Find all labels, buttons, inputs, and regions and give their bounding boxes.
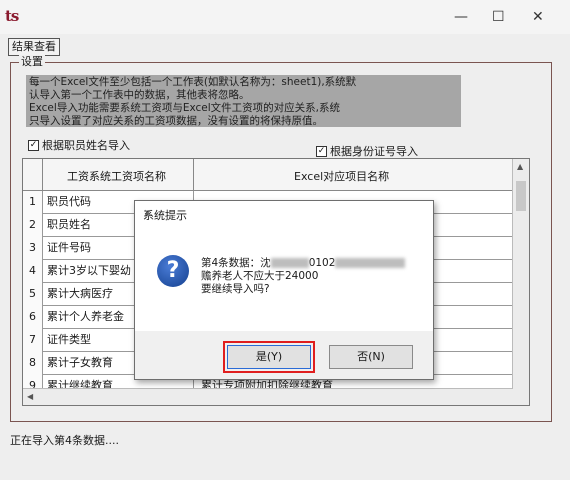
salary-item-cell[interactable]: 累计3岁以下婴幼 [47, 260, 131, 282]
title-bar: ts — ☐ ✕ [0, 0, 570, 34]
settings-group-title: 设置 [19, 55, 45, 69]
import-by-id-label: 根据身份证号导入 [330, 145, 418, 158]
row-number: 3 [23, 237, 43, 260]
salary-item-cell[interactable]: 证件号码 [47, 237, 91, 259]
import-by-id-checkbox[interactable]: ✓ 根据身份证号导入 [316, 143, 418, 159]
info-line: 认导入第一个工作表中的数据，其他表将忽略。 [29, 89, 250, 101]
import-info-text: 每一个Excel文件至少包括一个工作表(如默认名称为：sheet1),系统默 认… [26, 75, 461, 127]
salary-item-cell[interactable]: 证件类型 [47, 329, 91, 351]
salary-item-cell[interactable]: 累计大病医疗 [47, 283, 113, 305]
tab-bar: 结果查看 [8, 38, 560, 56]
dialog-message: 第4条数据：沈 0102 赡养老人不应大于24000 要继续导入吗? [201, 257, 406, 296]
tab-results[interactable]: 结果查看 [8, 38, 60, 56]
column-header-salary-item[interactable]: 工资系统工资项名称 [43, 159, 194, 191]
salary-item-cell[interactable]: 累计子女教育 [47, 352, 113, 374]
info-line: 每一个Excel文件至少包括一个工作表(如默认名称为：sheet1),系统默 [29, 76, 357, 88]
row-number: 8 [23, 352, 43, 375]
yes-button[interactable]: 是(Y) [227, 345, 311, 369]
row-number: 5 [23, 283, 43, 306]
salary-item-cell[interactable]: 职员姓名 [47, 214, 91, 236]
system-prompt-dialog: 系统提示 ✕ ? 第4条数据：沈 0102 赡养老人不应大于24000 要继续导入… [134, 200, 434, 380]
dialog-title-bar: 系统提示 ✕ [135, 201, 433, 227]
row-number: 7 [23, 329, 43, 352]
main-window: ts — ☐ ✕ 结果查看 设置 每一个Excel文件至少包括一个工作表(如默认… [0, 0, 570, 480]
row-number: 4 [23, 260, 43, 283]
redacted-text [335, 258, 406, 268]
message-line: 要继续导入吗? [201, 283, 270, 295]
message-record-prefix: 第4条数据：沈 [201, 257, 271, 269]
checkbox-checked-icon[interactable]: ✓ [28, 139, 39, 151]
message-line: 赡养老人不应大于24000 [201, 270, 319, 282]
salary-item-cell[interactable]: 累计个人养老金 [47, 306, 124, 328]
horizontal-scrollbar[interactable]: ◀ [23, 388, 513, 405]
import-by-name-checkbox[interactable]: ✓ 根据职员姓名导入 [28, 137, 130, 153]
app-logo: ts [5, 7, 19, 25]
info-line: 只导入设置了对应关系的工资项数据，没有设置的将保持原值。 [29, 115, 323, 127]
scroll-left-icon[interactable]: ◀ [27, 392, 33, 401]
row-number: 2 [23, 214, 43, 237]
status-text: 正在导入第4条数据.... [10, 434, 119, 447]
grid-corner-cell [23, 159, 43, 191]
info-line: Excel导入功能需要系统工资项与Excel文件工资项的对应关系,系统 [29, 102, 340, 114]
dialog-close-icon[interactable]: ✕ [143, 207, 423, 220]
minimize-icon[interactable]: — [454, 9, 468, 25]
question-icon: ? [157, 255, 189, 287]
scroll-thumb[interactable] [516, 181, 526, 211]
no-button[interactable]: 否(N) [329, 345, 413, 369]
message-id-fragment: 0102 [308, 257, 336, 269]
column-header-excel-item[interactable]: Excel对应项目名称 [194, 159, 513, 191]
scroll-up-icon[interactable]: ▲ [517, 162, 523, 171]
salary-item-cell[interactable]: 职员代码 [47, 191, 91, 213]
checkbox-checked-icon[interactable]: ✓ [316, 145, 327, 157]
row-number: 1 [23, 191, 43, 214]
import-by-name-label: 根据职员姓名导入 [42, 139, 130, 152]
close-icon[interactable]: ✕ [532, 9, 544, 25]
vertical-scrollbar[interactable]: ▲ [512, 159, 529, 405]
dialog-body: ? 第4条数据：沈 0102 赡养老人不应大于24000 要继续导入吗? [135, 227, 433, 331]
row-number: 6 [23, 306, 43, 329]
maximize-icon[interactable]: ☐ [492, 9, 505, 25]
redacted-text [270, 258, 309, 268]
